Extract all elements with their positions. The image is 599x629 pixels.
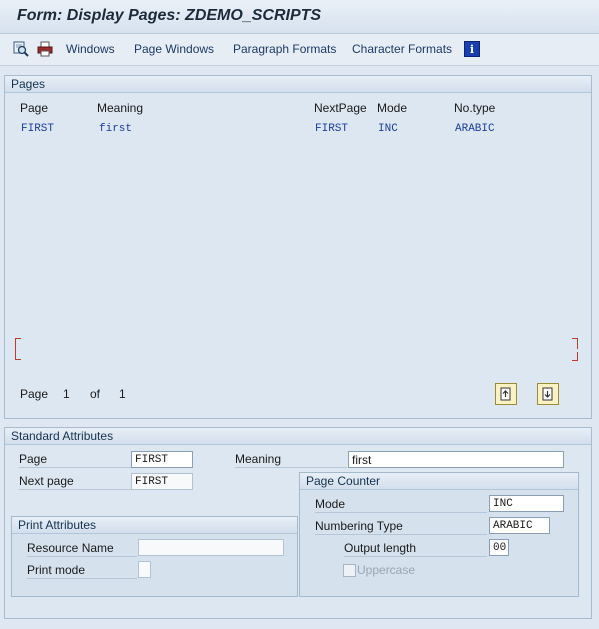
output-length-field[interactable]: 00 [489,539,509,556]
standard-attributes-title: Standard Attributes [5,428,591,445]
selection-marker-right-bottom [572,352,578,361]
print-mode-field[interactable] [138,561,151,578]
meaning-field[interactable]: first [348,451,564,468]
uppercase-checkbox[interactable] [343,564,356,577]
page-up-icon [500,387,511,401]
output-length-label: Output length [344,541,487,557]
row-meaning[interactable]: first [99,123,132,135]
meaning-label: Meaning [235,452,347,468]
menu-toolbar: Windows Page Windows Paragraph Formats C… [0,34,599,66]
selection-marker-right-top [572,338,578,349]
menu-page-windows[interactable]: Page Windows [134,42,214,56]
search-icon[interactable] [13,41,29,57]
column-header-mode[interactable]: Mode [377,101,407,115]
print-attributes-group: Print Attributes Resource Name Print mod… [11,516,298,597]
row-page[interactable]: FIRST [21,123,54,135]
window-title: Form: Display Pages: ZDEMO_SCRIPTS [17,7,322,24]
next-page-field[interactable]: FIRST [131,473,193,490]
pager-page-label: Page [20,387,49,401]
pager-of-label: of [90,387,101,401]
print-attributes-title: Print Attributes [12,517,297,534]
numbering-type-label: Numbering Type [315,519,487,535]
page-counter-group: Page Counter Mode INC Numbering Type ARA… [299,472,579,597]
mode-field[interactable]: INC [489,495,564,512]
previous-page-button[interactable] [495,383,517,405]
page-counter-title: Page Counter [300,473,578,490]
uppercase-label: Uppercase [357,563,416,577]
column-header-page[interactable]: Page [20,101,48,115]
pages-panel: Pages Page Meaning NextPage Mode No.type… [4,75,592,419]
next-page-button[interactable] [537,383,559,405]
selection-marker-left [15,338,21,360]
column-header-next-page[interactable]: NextPage [314,101,367,115]
pager-current: 1 [63,387,70,401]
pages-panel-title: Pages [5,76,591,93]
menu-character-formats[interactable]: Character Formats [352,42,452,56]
table-row[interactable]: FIRST first FIRST INC ARABIC [5,119,591,137]
page-field[interactable]: FIRST [131,451,193,468]
row-next-page[interactable]: FIRST [315,123,348,135]
printer-icon[interactable] [37,41,53,57]
row-mode[interactable]: INC [378,123,398,135]
resource-name-field[interactable] [138,539,284,556]
column-header-meaning[interactable]: Meaning [97,101,143,115]
menu-windows[interactable]: Windows [66,42,115,56]
column-header-no-type[interactable]: No.type [454,101,495,115]
numbering-type-field[interactable]: ARABIC [489,517,550,534]
menu-paragraph-formats[interactable]: Paragraph Formats [233,42,336,56]
pager-total: 1 [119,387,126,401]
info-icon[interactable]: i [464,41,480,57]
title-bar: Form: Display Pages: ZDEMO_SCRIPTS [0,0,599,34]
print-mode-label: Print mode [27,563,137,579]
mode-label: Mode [315,497,487,513]
page-down-icon [542,387,553,401]
row-no-type[interactable]: ARABIC [455,123,495,135]
page-label: Page [19,452,131,468]
resource-name-label: Resource Name [27,541,137,557]
standard-attributes-panel: Standard Attributes Page FIRST Meaning f… [4,427,592,619]
next-page-label: Next page [19,474,131,490]
